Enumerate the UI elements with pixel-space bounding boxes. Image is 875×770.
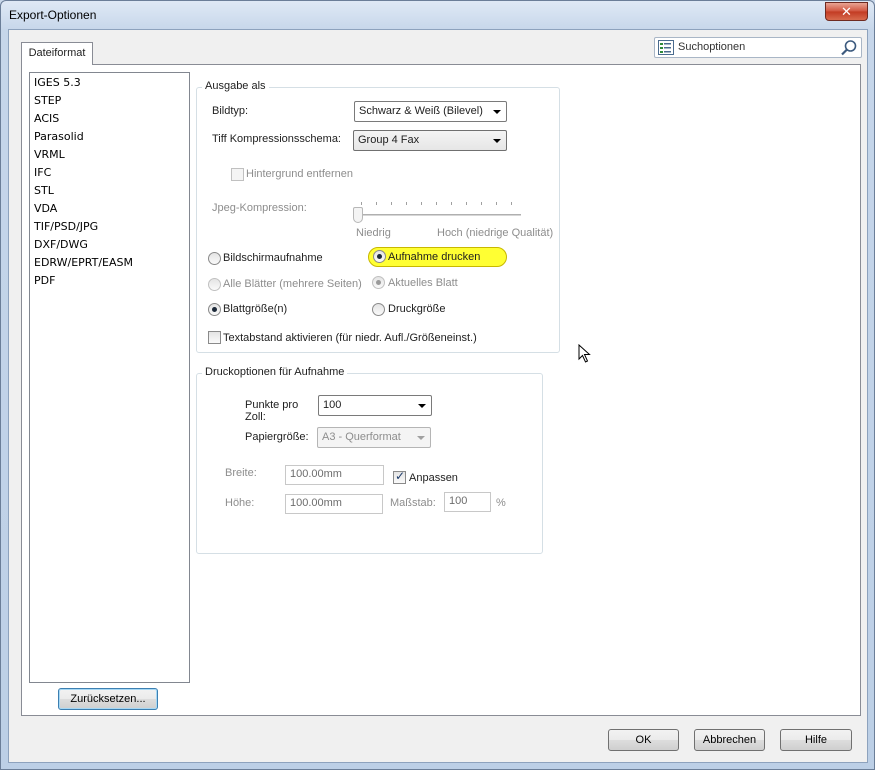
- title-bar[interactable]: Export-Optionen ✕: [1, 1, 874, 29]
- hintergrund-label: Hintergrund entfernen: [246, 168, 354, 180]
- list-item[interactable]: EDRW/EPRT/EASM: [34, 256, 133, 269]
- percent-label: %: [496, 497, 506, 509]
- radio-aufnahme-drucken[interactable]: [373, 250, 386, 263]
- close-button[interactable]: ✕: [825, 2, 868, 21]
- massstab-label: Maßstab:: [390, 497, 436, 509]
- list-item[interactable]: IFC: [34, 166, 51, 179]
- anpassen-checkbox[interactable]: [393, 469, 406, 484]
- breite-label: Breite:: [225, 467, 257, 479]
- radio-alle-blaetter-label: Alle Blätter (mehrere Seiten): [223, 278, 362, 290]
- papier-value: A3 - Querformat: [322, 431, 401, 443]
- slider-tick: [511, 202, 512, 205]
- bildtyp-value: Schwarz & Weiß (Bilevel): [359, 105, 483, 117]
- hilfe-button[interactable]: Hilfe: [780, 729, 852, 751]
- tiff-value: Group 4 Fax: [358, 134, 420, 146]
- radio-aktuelles-blatt[interactable]: [372, 276, 385, 289]
- search-input[interactable]: Suchoptionen: [654, 37, 862, 58]
- jpeg-slider-thumb[interactable]: [353, 207, 363, 223]
- radio-aktuelles-blatt-label: Aktuelles Blatt: [388, 277, 458, 289]
- hoehe-field[interactable]: 100.00mm: [285, 494, 383, 514]
- chevron-down-icon: [418, 404, 426, 408]
- radio-alle-blaetter[interactable]: [208, 278, 221, 291]
- bildtyp-select[interactable]: Schwarz & Weiß (Bilevel): [354, 101, 507, 122]
- bildtyp-label: Bildtyp:: [212, 105, 249, 117]
- radio-bildschirmaufnahme[interactable]: [208, 252, 221, 265]
- slider-tick: [376, 202, 377, 205]
- hoehe-label: Höhe:: [225, 497, 255, 509]
- papier-label: Papiergröße:: [245, 431, 309, 443]
- chevron-down-icon: [417, 436, 425, 440]
- slider-low-label: Niedrig: [356, 227, 391, 239]
- list-item[interactable]: STL: [34, 184, 54, 197]
- radio-druckgroesse-label: Druckgröße: [388, 303, 446, 315]
- format-list[interactable]: IGES 5.3 STEP ACIS Parasolid VRML IFC ST…: [29, 72, 190, 683]
- list-item[interactable]: PDF: [34, 274, 55, 287]
- slider-tick: [451, 202, 452, 205]
- export-options-dialog: Export-Optionen ✕ Dateiformat Suchoption…: [0, 0, 875, 770]
- search-placeholder: Suchoptionen: [678, 41, 746, 53]
- options-list-icon: [658, 40, 674, 55]
- slider-tick: [481, 202, 482, 205]
- list-item[interactable]: Parasolid: [34, 130, 84, 143]
- hintergrund-checkbox[interactable]: [231, 168, 244, 181]
- tiff-select[interactable]: Group 4 Fax: [353, 130, 507, 151]
- druckoptionen-legend: Druckoptionen für Aufnahme: [202, 366, 348, 378]
- list-item[interactable]: ACIS: [34, 112, 59, 125]
- ausgabe-legend: Ausgabe als: [202, 80, 269, 92]
- radio-bildschirmaufnahme-label: Bildschirmaufnahme: [223, 252, 323, 264]
- slider-high-label: Hoch (niedrige Qualität): [437, 227, 554, 239]
- radio-blattgroesse-label: Blattgröße(n): [223, 303, 288, 315]
- textabstand-checkbox[interactable]: [208, 331, 221, 344]
- massstab-field[interactable]: 100: [444, 492, 491, 512]
- dpi-label-line2: Zoll:: [245, 411, 266, 423]
- dpi-select[interactable]: 100: [318, 395, 432, 416]
- dpi-value: 100: [323, 399, 342, 411]
- anpassen-label: Anpassen: [409, 472, 458, 484]
- slider-tick: [436, 202, 437, 205]
- slider-tick: [466, 202, 467, 205]
- slider-tick: [406, 202, 407, 205]
- radio-aufnahme-drucken-label: Aufnahme drucken: [388, 251, 481, 263]
- reset-button[interactable]: Zurücksetzen...: [58, 688, 158, 710]
- textabstand-label: Textabstand aktivieren (für niedr. Aufl.…: [223, 332, 477, 344]
- abbrechen-button[interactable]: Abbrechen: [694, 729, 765, 751]
- chevron-down-icon: [493, 110, 501, 114]
- list-item-selected[interactable]: TIF/PSD/JPG: [34, 220, 98, 233]
- mouse-cursor-icon: [578, 344, 591, 363]
- chevron-down-icon: [493, 139, 501, 143]
- list-item[interactable]: IGES 5.3: [34, 76, 81, 89]
- search-icon[interactable]: [840, 39, 858, 57]
- radio-druckgroesse[interactable]: [372, 303, 385, 316]
- papier-select[interactable]: A3 - Querformat: [317, 427, 431, 448]
- close-icon: ✕: [841, 4, 852, 19]
- jpeg-slider-track[interactable]: [355, 214, 521, 216]
- breite-field[interactable]: 100.00mm: [285, 465, 384, 485]
- radio-blattgroesse[interactable]: [208, 303, 221, 316]
- list-item[interactable]: VDA: [34, 202, 57, 215]
- list-item[interactable]: STEP: [34, 94, 61, 107]
- slider-tick: [421, 202, 422, 205]
- list-item[interactable]: VRML: [34, 148, 65, 161]
- window-title: Export-Optionen: [9, 8, 97, 22]
- slider-tick: [361, 202, 362, 205]
- slider-tick: [496, 202, 497, 205]
- tab-dateiformat[interactable]: Dateiformat: [21, 42, 93, 65]
- dpi-label-line1: Punkte pro: [245, 399, 299, 411]
- jpeg-label: Jpeg-Kompression:: [212, 202, 307, 214]
- slider-tick: [391, 202, 392, 205]
- ok-button[interactable]: OK: [608, 729, 679, 751]
- list-item[interactable]: DXF/DWG: [34, 238, 88, 251]
- tiff-label: Tiff Kompressionsschema:: [212, 133, 341, 145]
